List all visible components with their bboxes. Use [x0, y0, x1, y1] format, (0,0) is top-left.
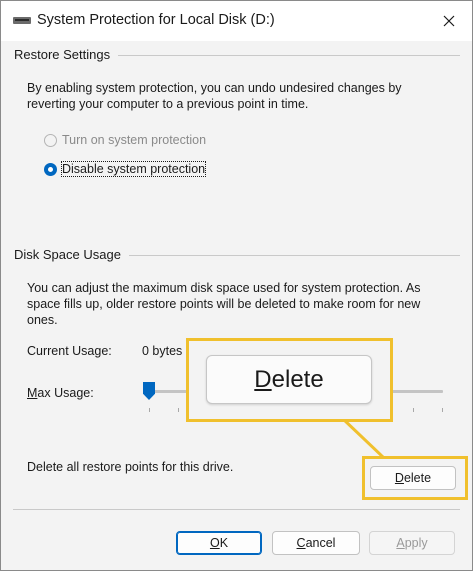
max-usage-label: Max Usage: — [27, 386, 94, 400]
ok-label: K — [219, 536, 229, 550]
system-protection-dialog: System Protection for Local Disk (D:) Re… — [0, 0, 473, 571]
max-usage-slider-thumb[interactable] — [143, 382, 155, 400]
zoomed-delete-label: elete — [271, 365, 324, 393]
drive-icon — [13, 17, 31, 24]
slider-tick — [178, 408, 179, 412]
radio-disable-label: Disable system protection — [60, 161, 207, 177]
apply-label: pply — [404, 536, 428, 550]
zoomed-delete-accel: D — [254, 365, 272, 393]
close-button[interactable] — [434, 7, 464, 35]
radio-turn-on-label: Turn on system protection — [62, 133, 207, 147]
apply-button[interactable]: Apply — [369, 531, 455, 555]
footer-divider — [13, 509, 460, 510]
zoomed-delete-button: Delete — [206, 355, 372, 404]
cancel-button[interactable]: Cancel — [272, 531, 360, 555]
cancel-label: ancel — [305, 536, 336, 550]
ok-accel: O — [209, 536, 220, 550]
radio-turn-on-protection[interactable]: Turn on system protection — [44, 131, 206, 149]
title-bar: System Protection for Local Disk (D:) — [1, 1, 472, 41]
close-icon — [443, 15, 455, 27]
radio-button-selected[interactable] — [44, 162, 57, 176]
delete-description: Delete all restore points for this drive… — [27, 460, 234, 474]
window-title: System Protection for Local Disk (D:) — [37, 12, 275, 28]
radio-disable-protection[interactable]: Disable system protection — [44, 160, 207, 178]
slider-tick — [413, 408, 414, 412]
restore-section-title: Restore Settings — [14, 47, 119, 62]
slider-tick — [149, 408, 150, 412]
max-usage-label-text: ax Usage: — [37, 386, 94, 400]
radio-button-unselected[interactable] — [44, 133, 57, 147]
apply-accel: A — [396, 536, 405, 550]
slider-tick — [442, 408, 443, 412]
current-usage-label: Current Usage: — [27, 344, 112, 358]
delete-button-highlight — [362, 456, 468, 500]
max-usage-accel: M — [27, 386, 38, 400]
ok-button[interactable]: OK — [176, 531, 262, 555]
current-usage-value: 0 bytes — [142, 344, 183, 358]
cancel-accel: C — [296, 536, 306, 550]
disk-description: You can adjust the maximum disk space us… — [27, 281, 421, 327]
disk-section-title: Disk Space Usage — [14, 247, 129, 262]
restore-description: By enabling system protection, you can u… — [27, 81, 402, 111]
